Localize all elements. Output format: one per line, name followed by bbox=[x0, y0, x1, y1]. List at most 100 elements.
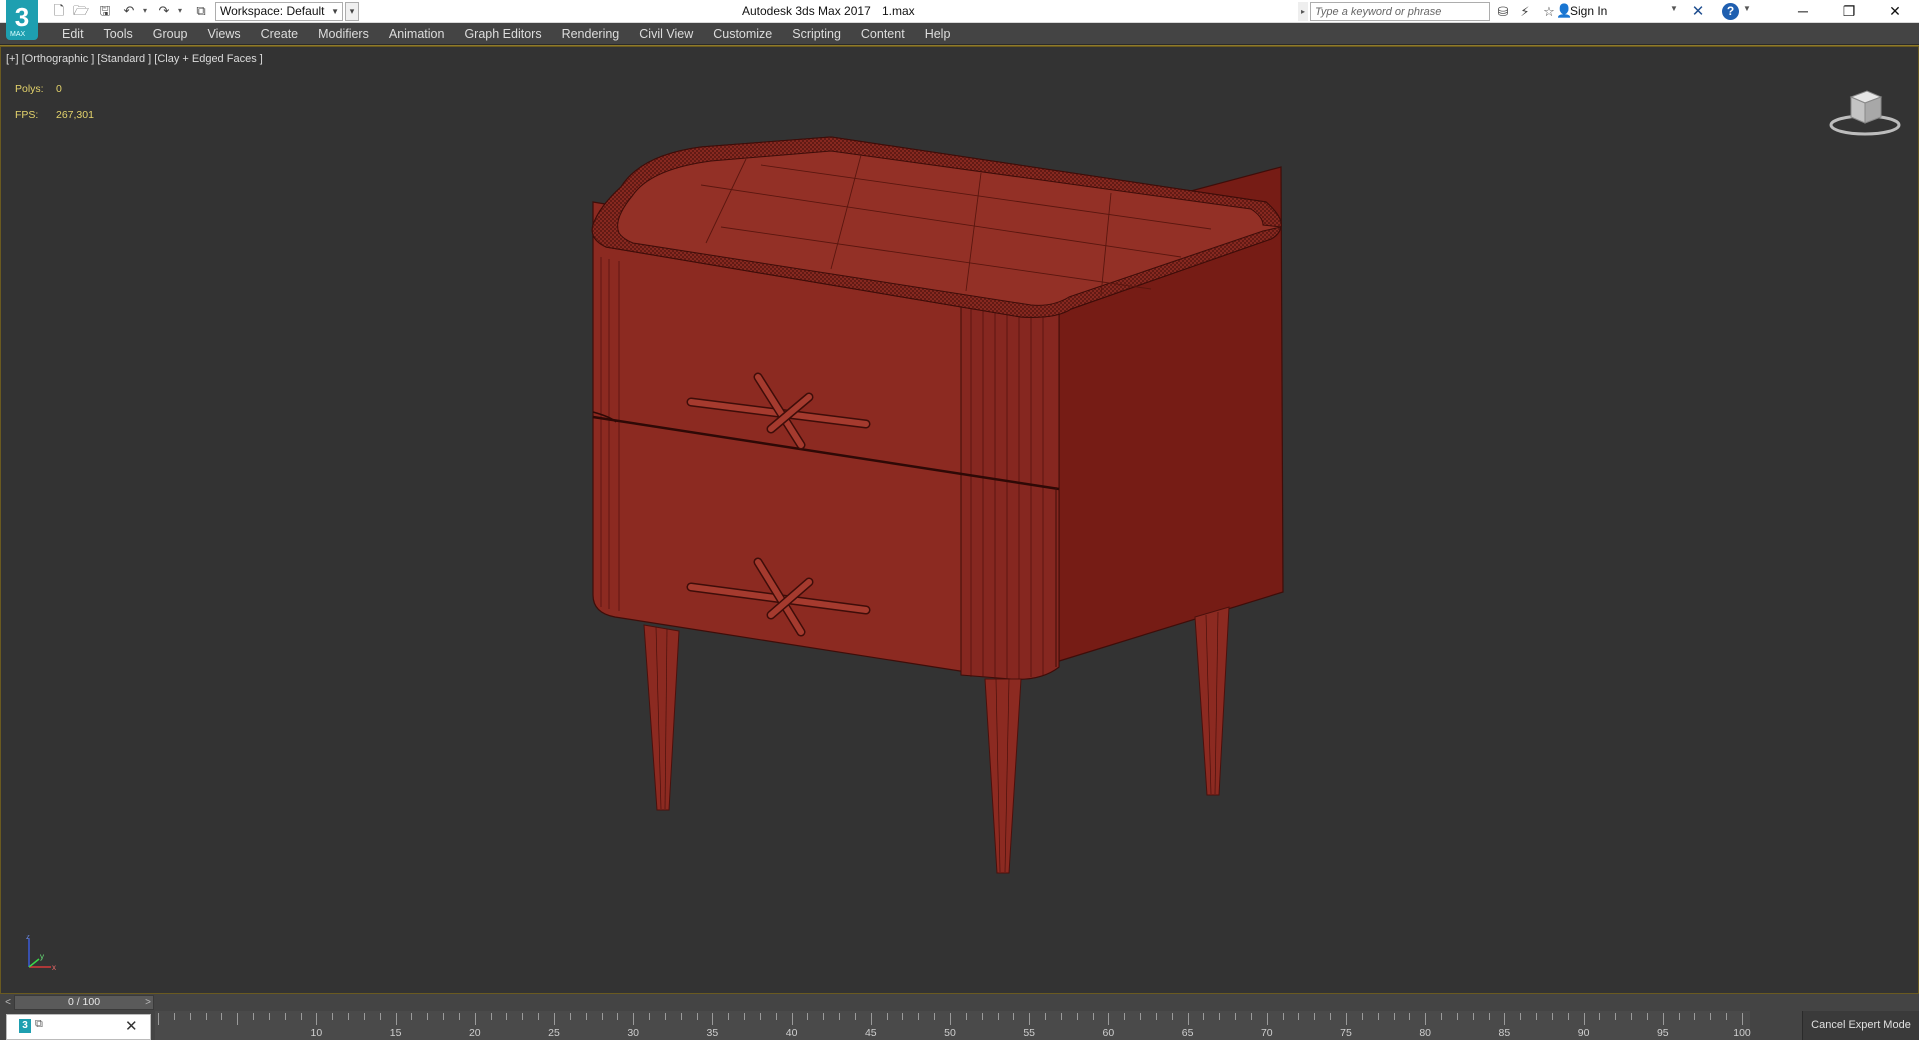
ruler-label: 35 bbox=[706, 1027, 719, 1039]
save-icon[interactable]: 🖫 bbox=[96, 3, 114, 19]
ruler-label: 90 bbox=[1577, 1027, 1590, 1039]
menu-item-rendering[interactable]: Rendering bbox=[552, 23, 630, 45]
menu-item-edit[interactable]: Edit bbox=[52, 23, 94, 45]
redo-icon[interactable]: ↷ bbox=[155, 3, 173, 19]
menu-items: Edit Tools Group Views Create Modifiers Animat… bbox=[52, 23, 960, 45]
new-file-icon[interactable]: 🗋 bbox=[50, 3, 68, 19]
ruler-tick bbox=[427, 1013, 429, 1020]
ruler-tick bbox=[1250, 1013, 1252, 1020]
ruler-label: 25 bbox=[548, 1027, 560, 1039]
search-collapse-icon[interactable]: ▸ bbox=[1298, 2, 1308, 21]
menu-item-views[interactable]: Views bbox=[197, 23, 250, 45]
ruler-tick bbox=[1615, 1013, 1617, 1020]
prev-frame-button[interactable]: < bbox=[2, 995, 14, 1010]
redo-dropdown-icon[interactable]: ▾ bbox=[176, 3, 184, 19]
ruler-tick bbox=[934, 1013, 936, 1020]
viewcube-icon[interactable] bbox=[1823, 77, 1903, 137]
menu-item-modifiers[interactable]: Modifiers bbox=[308, 23, 379, 45]
restore-icon[interactable]: ⧉ bbox=[35, 1018, 43, 1031]
viewport-label[interactable]: [+] [Orthographic ] [Standard ] [Clay + … bbox=[6, 53, 263, 65]
cancel-expert-mode-button[interactable]: Cancel Expert Mode bbox=[1802, 1011, 1919, 1040]
project-folder-icon[interactable]: ⧉ bbox=[192, 3, 210, 19]
minimized-window-panel[interactable]: 3 ⧉ ✕ bbox=[6, 1014, 151, 1040]
open-file-icon[interactable]: 🗁 bbox=[72, 3, 90, 19]
menu-item-create[interactable]: Create bbox=[251, 23, 309, 45]
menu-item-help[interactable]: Help bbox=[915, 23, 961, 45]
ruler-tick bbox=[316, 1013, 318, 1025]
ruler-tick bbox=[680, 1013, 682, 1020]
fps-value: 267,301 bbox=[56, 109, 94, 121]
ruler-tick bbox=[1060, 1013, 1062, 1020]
ruler-label: 75 bbox=[1340, 1027, 1352, 1039]
ruler-tick bbox=[506, 1013, 508, 1020]
ruler-tick bbox=[823, 1013, 825, 1020]
close-button[interactable]: ✕ bbox=[1872, 0, 1918, 22]
undo-dropdown-icon[interactable]: ▾ bbox=[141, 3, 149, 19]
menu-item-graph-editors[interactable]: Graph Editors bbox=[454, 23, 551, 45]
ruler-tick bbox=[854, 1013, 856, 1020]
search-input[interactable] bbox=[1310, 2, 1490, 21]
app-logo-button[interactable]: 3 MAX bbox=[6, 0, 38, 40]
ruler-tick bbox=[1013, 1013, 1015, 1020]
ruler-tick bbox=[1124, 1013, 1126, 1020]
ruler-tick bbox=[1694, 1013, 1696, 1020]
menu-item-group[interactable]: Group bbox=[143, 23, 198, 45]
polys-value: 0 bbox=[56, 83, 62, 95]
workspace-menu-button[interactable]: ▾ bbox=[345, 2, 359, 21]
menu-item-customize[interactable]: Customize bbox=[703, 23, 782, 45]
ruler-label: 20 bbox=[468, 1027, 481, 1039]
menu-item-tools[interactable]: Tools bbox=[94, 23, 143, 45]
help-dropdown-icon[interactable]: ▼ bbox=[1743, 4, 1751, 13]
viewport-orthographic[interactable]: [+] [Orthographic ] [Standard ] [Clay + … bbox=[0, 46, 1919, 994]
menu-item-scripting[interactable]: Scripting bbox=[782, 23, 851, 45]
minimize-button[interactable]: ─ bbox=[1780, 0, 1826, 22]
sign-in-dropdown-icon[interactable]: ▼ bbox=[1670, 4, 1678, 13]
restore-button[interactable]: ❐ bbox=[1826, 0, 1872, 22]
ruler-tick bbox=[965, 1013, 967, 1020]
ruler-tick bbox=[205, 1013, 207, 1020]
help-icon[interactable]: ? bbox=[1722, 3, 1739, 20]
ruler-tick bbox=[363, 1013, 365, 1020]
ruler-tick bbox=[1282, 1013, 1284, 1020]
menu-item-civil-view[interactable]: Civil View bbox=[629, 23, 703, 45]
ruler-tick bbox=[1377, 1013, 1379, 1020]
title-bar: 3 MAX 🗋 🗁 🖫 ↶ ▾ ↷ ▾ ⧉ Workspace: Default ▼… bbox=[0, 0, 1919, 40]
next-frame-button[interactable]: > bbox=[142, 995, 154, 1010]
ruler-tick bbox=[950, 1013, 951, 1025]
ruler-label: 55 bbox=[1023, 1027, 1036, 1039]
ruler-tick bbox=[379, 1013, 381, 1020]
axis-x-label: x bbox=[52, 963, 56, 972]
axis-z-label: z bbox=[26, 935, 30, 941]
ruler-tick bbox=[633, 1013, 635, 1025]
workspace-select[interactable]: Workspace: Default ▼ bbox=[215, 2, 343, 21]
ruler-tick bbox=[1140, 1013, 1142, 1020]
binoculars-icon[interactable]: ⛁ bbox=[1494, 3, 1512, 20]
ruler-tick bbox=[744, 1013, 746, 1020]
nightstand-model[interactable] bbox=[1, 47, 1918, 993]
sign-in-button[interactable]: Sign In bbox=[1570, 4, 1607, 18]
ruler-label: 95 bbox=[1656, 1027, 1669, 1039]
window-title: Autodesk 3ds Max 2017 bbox=[742, 4, 871, 18]
ruler-tick bbox=[1425, 1013, 1427, 1025]
time-slider[interactable]: 0 / 100 bbox=[14, 995, 154, 1010]
chevron-down-icon: ▼ bbox=[331, 7, 339, 16]
front-left-leg bbox=[643, 624, 680, 811]
satellite-icon[interactable]: ⚡ bbox=[1516, 3, 1534, 20]
ruler-tick bbox=[1678, 1013, 1680, 1020]
front-right-leg bbox=[984, 678, 1022, 874]
menu-item-content[interactable]: Content bbox=[851, 23, 915, 45]
ruler-tick bbox=[284, 1013, 286, 1020]
track-bar[interactable]: 10 15 20 25 30 35 40 45 50 55 60 65 70 75 80 85 90 95 100 bbox=[155, 1011, 1751, 1040]
ruler-label: 45 bbox=[864, 1027, 877, 1039]
ruler-label: 85 bbox=[1498, 1027, 1511, 1039]
ruler-tick bbox=[1441, 1013, 1443, 1020]
menu-item-animation[interactable]: Animation bbox=[379, 23, 455, 45]
ruler-tick bbox=[696, 1013, 698, 1020]
close-icon[interactable]: ✕ bbox=[125, 1017, 138, 1035]
app-mini-icon: 3 bbox=[19, 1019, 31, 1033]
ruler-tick bbox=[1266, 1013, 1268, 1025]
undo-icon[interactable]: ↶ bbox=[120, 3, 138, 19]
exchange-icon[interactable]: ✕ bbox=[1688, 2, 1708, 21]
ruler-tick bbox=[1488, 1013, 1490, 1020]
ruler-tick bbox=[522, 1013, 524, 1020]
